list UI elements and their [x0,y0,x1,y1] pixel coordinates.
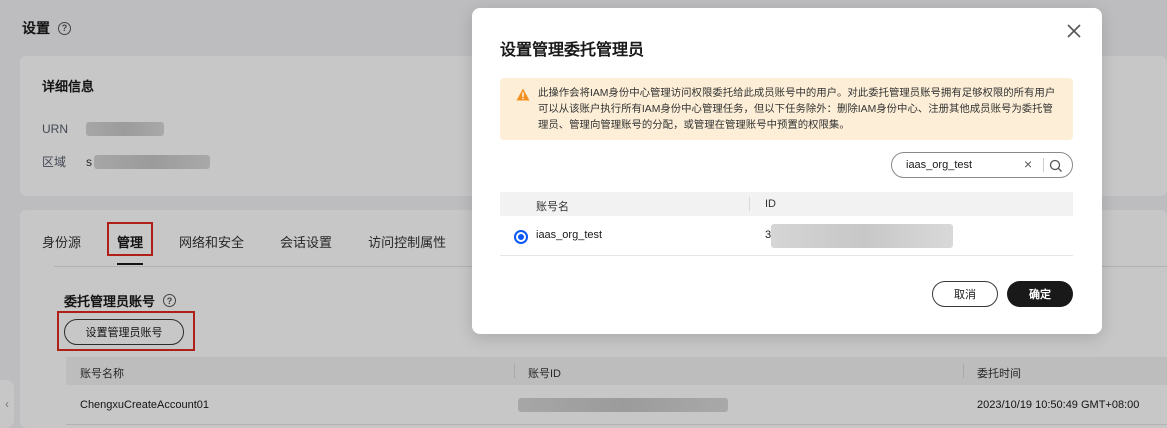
warning-text: 此操作会将IAM身份中心管理访问权限委托给此成员账号中的用户。对此委托管理员账号… [538,88,1056,131]
search-divider [1043,158,1044,172]
cell-account-name: iaas_org_test [536,229,603,241]
confirm-button[interactable]: 确定 [1007,281,1073,307]
cell-id-redacted [771,224,953,248]
warning-icon [516,88,530,101]
column-divider [749,197,750,211]
dialog-table-header: 账号名 ID [500,192,1073,216]
column-header-account-name: 账号名 [536,201,569,213]
column-header-id: ID [765,198,776,210]
table-row[interactable]: iaas_org_test 3 [500,216,1073,256]
search-input-value: iaas_org_test [906,159,973,171]
warning-alert: 此操作会将IAM身份中心管理访问权限委托给此成员账号中的用户。对此委托管理员账号… [500,78,1073,140]
close-icon[interactable] [1064,22,1084,42]
search-input[interactable]: iaas_org_test × [891,152,1073,178]
cancel-button[interactable]: 取消 [932,281,998,307]
clear-icon[interactable]: × [1024,156,1032,172]
radio-selected[interactable] [514,230,528,244]
search-icon[interactable] [1048,158,1064,174]
set-delegated-admin-dialog: 设置管理委托管理员 此操作会将IAM身份中心管理访问权限委托给此成员账号中的用户… [472,8,1102,334]
dialog-title: 设置管理委托管理员 [500,42,645,59]
